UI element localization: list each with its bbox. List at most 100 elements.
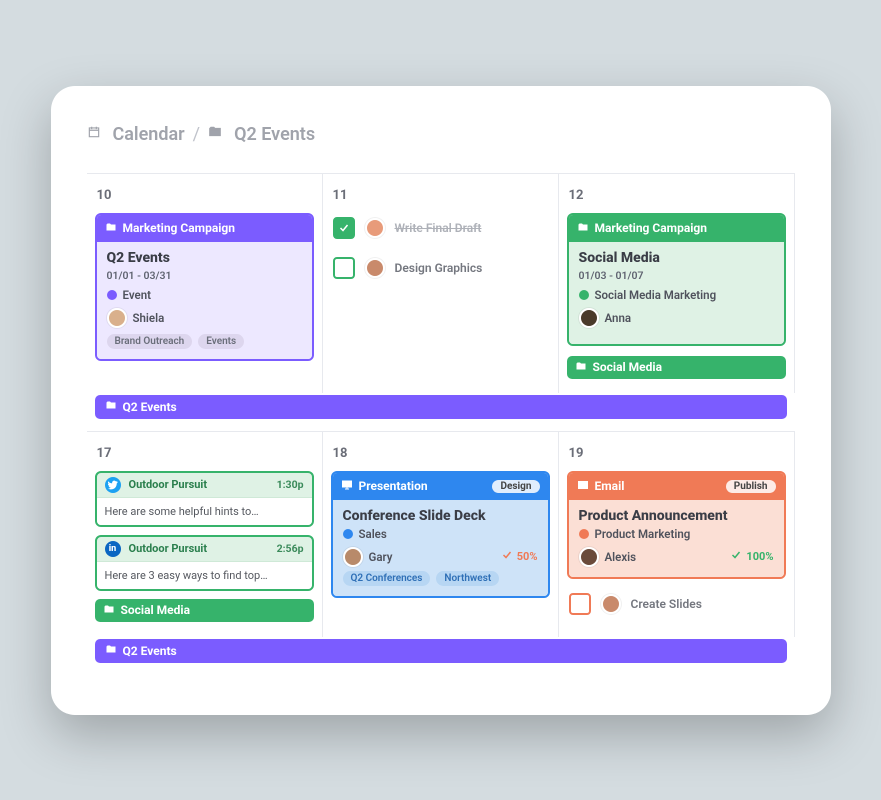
folder-icon xyxy=(105,643,117,658)
folder-icon xyxy=(577,221,589,236)
status-dot xyxy=(343,529,353,539)
card-dates: 01/03 - 01/07 xyxy=(579,269,774,282)
checkbox-checked[interactable] xyxy=(333,217,355,239)
bar-row-1: Q2 Events xyxy=(87,393,795,431)
card-status: Social Media Marketing xyxy=(595,288,717,302)
day-number: 11 xyxy=(333,188,548,203)
card-type-label: Email xyxy=(595,479,625,493)
bar-row-2: Q2 Events xyxy=(87,637,795,675)
breadcrumb-separator: / xyxy=(193,124,200,145)
card-user: Gary xyxy=(369,550,393,564)
post-body: Here are 3 easy ways to find top… xyxy=(97,561,312,589)
card-folder-label: Marketing Campaign xyxy=(123,221,236,235)
status-dot xyxy=(107,290,117,300)
tag-chip[interactable]: Q2 Conferences xyxy=(343,571,431,586)
card-user: Shiela xyxy=(133,311,165,325)
task-write-final-draft[interactable]: Write Final Draft xyxy=(331,213,550,243)
folder-icon xyxy=(103,603,115,618)
bar-label: Q2 Events xyxy=(123,644,177,658)
card-title: Conference Slide Deck xyxy=(343,508,538,524)
event-bar-social-media[interactable]: Social Media xyxy=(567,356,786,379)
calendar-row-1: 10 Marketing Campaign Q2 Events 01/01 - … xyxy=(87,173,795,431)
card-title: Q2 Events xyxy=(107,250,302,266)
breadcrumb-root[interactable]: Calendar xyxy=(113,124,185,145)
stage-pill: Design xyxy=(492,480,539,493)
day-number: 12 xyxy=(569,188,784,203)
progress-indicator: 50% xyxy=(501,549,538,564)
linkedin-icon: in xyxy=(105,541,121,557)
card-type-label: Presentation xyxy=(359,479,428,493)
bar-label: Social Media xyxy=(121,603,191,617)
day-cell-18[interactable]: 18 Presentation Design Conference Slide … xyxy=(323,432,559,637)
avatar xyxy=(365,258,385,278)
task-create-slides[interactable]: Create Slides xyxy=(567,589,786,619)
day-cell-19[interactable]: 19 Email Publish Product Announcement Pr… xyxy=(559,432,795,637)
event-bar-social-media[interactable]: Social Media xyxy=(95,599,314,622)
status-dot xyxy=(579,529,589,539)
card-email[interactable]: Email Publish Product Announcement Produ… xyxy=(567,471,786,579)
post-time: 1:30p xyxy=(277,478,304,491)
card-status: Product Marketing xyxy=(595,527,691,541)
calendar-window: Calendar / Q2 Events 10 Marketing Campai… xyxy=(51,86,831,715)
card-user: Alexis xyxy=(605,550,637,564)
post-twitter[interactable]: Outdoor Pursuit 1:30p Here are some help… xyxy=(95,471,314,527)
presentation-icon xyxy=(341,479,353,494)
avatar xyxy=(365,218,385,238)
task-design-graphics[interactable]: Design Graphics xyxy=(331,253,550,283)
post-time: 2:56p xyxy=(277,542,304,555)
day-number: 18 xyxy=(333,446,548,461)
post-body: Here are some helpful hints to… xyxy=(97,497,312,525)
card-status: Sales xyxy=(359,527,387,541)
event-bar-q2-events[interactable]: Q2 Events xyxy=(95,395,787,419)
tag-chip[interactable]: Events xyxy=(198,334,244,349)
stage-pill: Publish xyxy=(726,480,776,493)
avatar xyxy=(107,308,127,328)
progress-indicator: 100% xyxy=(730,549,773,564)
tag-chip[interactable]: Brand Outreach xyxy=(107,334,193,349)
status-dot xyxy=(579,290,589,300)
day-cell-17[interactable]: 17 Outdoor Pursuit 1:30p Here are some h… xyxy=(87,432,323,637)
avatar xyxy=(579,308,599,328)
email-icon xyxy=(577,479,589,494)
card-user: Anna xyxy=(605,311,632,325)
progress-value: 50% xyxy=(517,550,538,563)
post-title: Outdoor Pursuit xyxy=(129,478,208,491)
folder-icon xyxy=(105,399,117,414)
folder-icon xyxy=(208,125,226,143)
card-presentation[interactable]: Presentation Design Conference Slide Dec… xyxy=(331,471,550,598)
tag-chip[interactable]: Northwest xyxy=(436,571,499,586)
twitter-icon xyxy=(105,477,121,493)
avatar xyxy=(343,547,363,567)
day-cell-11[interactable]: 11 Write Final Draft Design Graphics xyxy=(323,174,559,393)
card-q2-events[interactable]: Marketing Campaign Q2 Events 01/01 - 03/… xyxy=(95,213,314,361)
calendar-row-2: 17 Outdoor Pursuit 1:30p Here are some h… xyxy=(87,431,795,675)
card-dates: 01/01 - 03/31 xyxy=(107,269,302,282)
task-label: Write Final Draft xyxy=(395,221,482,235)
bar-label: Q2 Events xyxy=(123,400,177,414)
day-number: 10 xyxy=(97,188,312,203)
check-icon xyxy=(501,549,513,564)
task-label: Create Slides xyxy=(631,597,702,611)
task-label: Design Graphics xyxy=(395,261,483,275)
post-linkedin[interactable]: in Outdoor Pursuit 2:56p Here are 3 easy… xyxy=(95,535,314,591)
checkbox-unchecked[interactable] xyxy=(333,257,355,279)
breadcrumb: Calendar / Q2 Events xyxy=(87,124,795,145)
bar-label: Social Media xyxy=(593,360,663,374)
card-title: Product Announcement xyxy=(579,508,774,524)
avatar xyxy=(601,594,621,614)
card-social-media[interactable]: Marketing Campaign Social Media 01/03 - … xyxy=(567,213,786,346)
day-cell-10[interactable]: 10 Marketing Campaign Q2 Events 01/01 - … xyxy=(87,174,323,393)
event-bar-q2-events[interactable]: Q2 Events xyxy=(95,639,787,663)
card-title: Social Media xyxy=(579,250,774,266)
checkbox-unchecked[interactable] xyxy=(569,593,591,615)
post-title: Outdoor Pursuit xyxy=(129,542,208,555)
card-folder-label: Marketing Campaign xyxy=(595,221,708,235)
avatar xyxy=(579,547,599,567)
breadcrumb-current[interactable]: Q2 Events xyxy=(234,124,315,145)
check-icon xyxy=(730,549,742,564)
calendar-icon xyxy=(87,125,105,143)
folder-icon xyxy=(575,360,587,375)
day-cell-12[interactable]: 12 Marketing Campaign Social Media 01/03… xyxy=(559,174,795,393)
day-number: 19 xyxy=(569,446,784,461)
folder-icon xyxy=(105,221,117,236)
